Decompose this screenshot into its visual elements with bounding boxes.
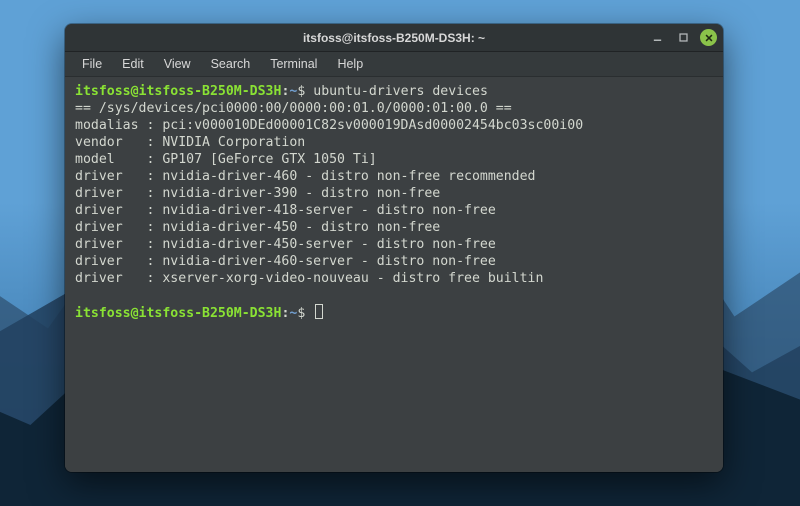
terminal-window: itsfoss@itsfoss-B250M-DS3H: ~ File Edit …	[65, 24, 723, 472]
output-line: model : GP107 [GeForce GTX 1050 Ti]	[75, 152, 377, 167]
menu-edit[interactable]: Edit	[113, 54, 153, 74]
prompt-user-host: itsfoss@itsfoss-B250M-DS3H	[75, 306, 281, 321]
prompt-sigil: $	[297, 84, 305, 99]
close-icon	[704, 33, 714, 43]
output-line: driver : nvidia-driver-450-server - dist…	[75, 237, 496, 252]
window-title: itsfoss@itsfoss-B250M-DS3H: ~	[303, 31, 485, 45]
maximize-icon	[678, 32, 689, 43]
output-line: driver : nvidia-driver-390 - distro non-…	[75, 186, 440, 201]
typed-command: ubuntu-drivers devices	[313, 84, 488, 99]
minimize-icon	[652, 32, 663, 43]
output-line: vendor : NVIDIA Corporation	[75, 135, 305, 150]
output-line: driver : xserver-xorg-video-nouveau - di…	[75, 271, 543, 286]
menu-file[interactable]: File	[73, 54, 111, 74]
cursor	[315, 304, 323, 319]
maximize-button[interactable]	[674, 29, 692, 47]
menubar: File Edit View Search Terminal Help	[65, 52, 723, 77]
output-line: modalias : pci:v000010DEd00001C82sv00001…	[75, 118, 583, 133]
minimize-button[interactable]	[648, 29, 666, 47]
close-button[interactable]	[700, 29, 717, 46]
output-line: driver : nvidia-driver-418-server - dist…	[75, 203, 496, 218]
output-line: driver : nvidia-driver-460 - distro non-…	[75, 169, 536, 184]
output-line: == /sys/devices/pci0000:00/0000:00:01.0/…	[75, 101, 512, 116]
output-line: driver : nvidia-driver-460-server - dist…	[75, 254, 496, 269]
titlebar[interactable]: itsfoss@itsfoss-B250M-DS3H: ~	[65, 24, 723, 52]
menu-search[interactable]: Search	[202, 54, 260, 74]
menu-terminal[interactable]: Terminal	[261, 54, 326, 74]
output-line: driver : nvidia-driver-450 - distro non-…	[75, 220, 440, 235]
window-controls	[648, 24, 717, 51]
menu-view[interactable]: View	[155, 54, 200, 74]
menu-help[interactable]: Help	[328, 54, 372, 74]
prompt-user-host: itsfoss@itsfoss-B250M-DS3H	[75, 84, 281, 99]
terminal-viewport[interactable]: itsfoss@itsfoss-B250M-DS3H:~$ ubuntu-dri…	[65, 77, 723, 472]
prompt-sigil: $	[297, 306, 305, 321]
